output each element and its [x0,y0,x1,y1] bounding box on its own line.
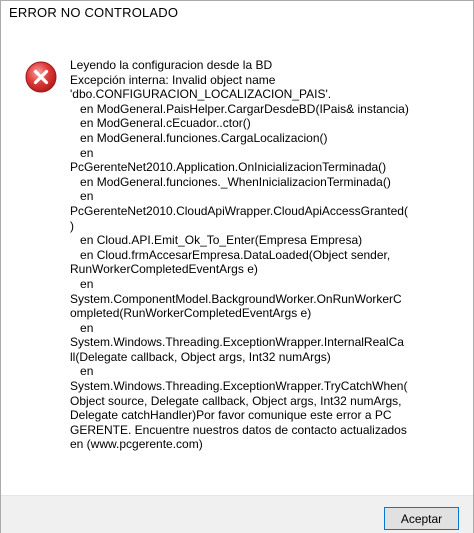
error-icon-graphic [25,61,57,93]
error-dialog-window: ERROR NO CONTROLADO Leyendo la configura… [0,0,474,533]
error-message: Leyendo la configuracion desde la BD Exc… [70,58,409,452]
dialog-content: Leyendo la configuracion desde la BD Exc… [1,27,473,495]
accept-button[interactable]: Aceptar [384,507,459,530]
window-title: ERROR NO CONTROLADO [9,5,179,20]
dialog-footer: Aceptar [1,495,473,533]
title-bar[interactable]: ERROR NO CONTROLADO [1,1,473,27]
error-icon [25,61,57,93]
